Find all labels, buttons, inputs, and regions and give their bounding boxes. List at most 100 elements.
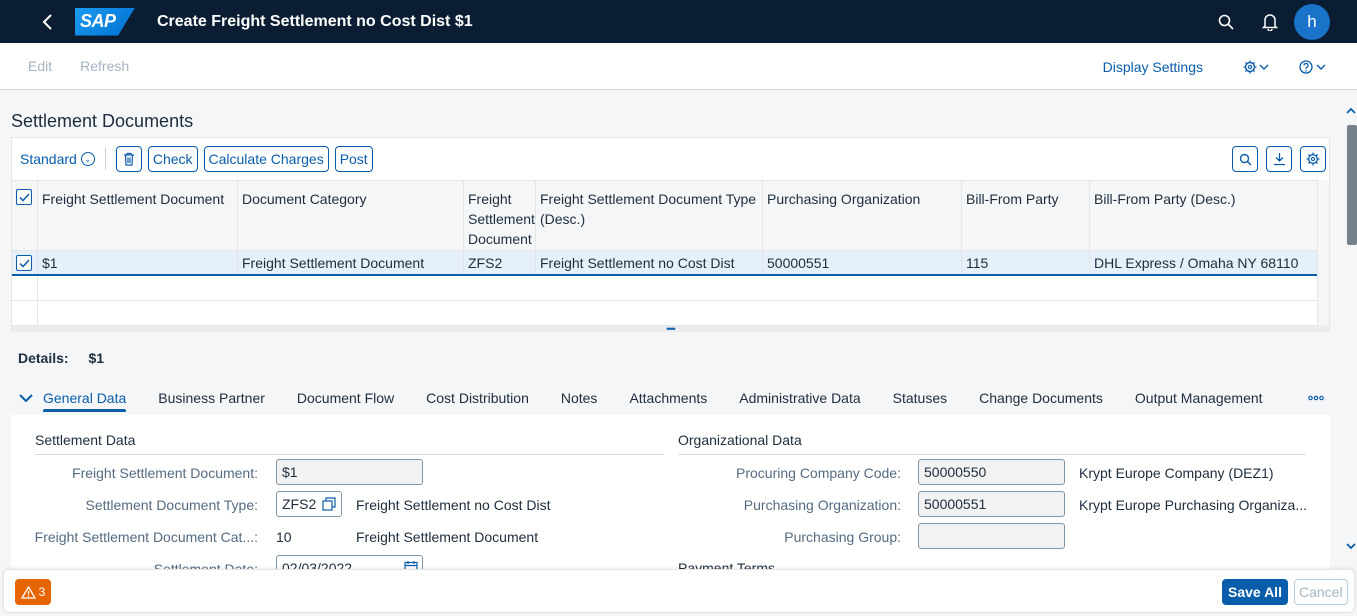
trash-icon: [123, 152, 134, 166]
settlement-document-type-desc: Freight Settlement no Cost Dist: [356, 497, 551, 513]
procuring-company-code-field[interactable]: 50000550: [918, 459, 1065, 485]
tab-administrative-data[interactable]: Administrative Data: [739, 381, 860, 415]
settlement-document-type-value: ZFS2: [282, 496, 317, 512]
search-icon[interactable]: [1204, 0, 1248, 43]
column-header[interactable]: Document Category: [238, 181, 464, 250]
edit-button[interactable]: Edit: [14, 58, 66, 74]
logo-text: SAP: [80, 11, 116, 31]
details-heading: Details: $1: [18, 350, 104, 366]
message-popover-button[interactable]: 3: [15, 579, 51, 605]
sap-logo[interactable]: SAP: [75, 7, 135, 36]
table-toolbar: Standard ⌄ Check Calculate Charges Post: [12, 138, 1329, 180]
purchasing-organization-desc: Krypt Europe Purchasing Organiza...: [1079, 497, 1308, 513]
variant-label: Standard: [20, 151, 77, 167]
tab-output-management[interactable]: Output Management: [1135, 381, 1263, 415]
calculate-charges-button[interactable]: Calculate Charges: [203, 146, 329, 172]
document-category-label: Freight Settlement Document Cat...:: [34, 529, 258, 545]
check-button[interactable]: Check: [147, 146, 198, 172]
purchasing-group-label: Purchasing Group:: [784, 529, 901, 545]
tab-statuses[interactable]: Statuses: [893, 381, 947, 415]
purchasing-group-field[interactable]: [918, 523, 1065, 549]
display-settings-button[interactable]: Display Settings: [1103, 59, 1203, 75]
table-cell: 50000551: [763, 251, 962, 274]
help-icon[interactable]: [1299, 59, 1327, 74]
settlement-document-type-field[interactable]: ZFS2: [276, 491, 342, 517]
column-header[interactable]: Freight Settlement Document: [464, 181, 536, 250]
table-cell: Freight Settlement no Cost Dist: [536, 251, 763, 274]
save-all-button[interactable]: Save All: [1222, 579, 1288, 605]
tab-cost-distribution[interactable]: Cost Distribution: [426, 381, 529, 415]
calendar-icon[interactable]: [404, 560, 418, 569]
search-icon: [1239, 153, 1251, 165]
column-header[interactable]: Freight Settlement Document: [38, 181, 238, 250]
select-all-cell: [12, 181, 38, 250]
purchasing-organization-field[interactable]: 50000551: [918, 491, 1065, 517]
organizational-data-heading: Organizational Data: [678, 432, 802, 448]
tab-general-data[interactable]: General Data: [43, 381, 127, 415]
table-cell: $1: [38, 251, 238, 274]
refresh-button[interactable]: Refresh: [66, 58, 143, 74]
row-select-cell: [12, 251, 38, 274]
page-title: Create Freight Settlement no Cost Dist $…: [157, 12, 473, 30]
divider: [678, 454, 1306, 455]
payment-terms-heading: Payment Terms: [678, 560, 775, 569]
scroll-down-icon[interactable]: [1345, 543, 1357, 550]
select-all-checkbox[interactable]: [16, 189, 32, 205]
settlement-date-field[interactable]: 02/03/2022: [276, 555, 423, 569]
column-header[interactable]: Bill-From Party (Desc.): [1090, 181, 1317, 250]
column-header[interactable]: Purchasing Organization: [763, 181, 962, 250]
table-row[interactable]: $1 Freight Settlement Document ZFS2 Frei…: [12, 251, 1317, 276]
freight-settlement-document-field[interactable]: $1: [276, 459, 423, 485]
section-title: Settlement Documents: [11, 111, 194, 131]
purchasing-organization-label: Purchasing Organization:: [743, 497, 901, 513]
tab-document-flow[interactable]: Document Flow: [297, 381, 394, 415]
post-button[interactable]: Post: [334, 146, 373, 172]
scrollbar-thumb[interactable]: [1347, 125, 1357, 245]
settlement-date-value: 02/03/2022: [282, 560, 353, 569]
tab-notes[interactable]: Notes: [561, 381, 598, 415]
more-icon[interactable]: [1308, 381, 1324, 415]
gear-icon[interactable]: [1243, 60, 1269, 74]
delete-button[interactable]: [115, 146, 142, 172]
warning-count: 3: [38, 585, 46, 599]
shell-bar: SAP Create Freight Settlement no Cost Di…: [0, 0, 1357, 43]
download-button[interactable]: [1266, 146, 1292, 172]
main-content: Settlement Documents Standard ⌄ Check Ca…: [0, 91, 1345, 569]
settlement-document-type-label: Settlement Document Type:: [85, 497, 259, 513]
column-header[interactable]: Freight Settlement Document Type (Desc.): [536, 181, 763, 250]
divider: [35, 454, 664, 455]
settings-icon: [1306, 152, 1320, 166]
tab-business-partner[interactable]: Business Partner: [158, 381, 265, 415]
settlement-date-label: Settlement Date:: [153, 561, 258, 569]
column-header[interactable]: Bill-From Party: [962, 181, 1090, 250]
table-resize-handle[interactable]: ••••: [12, 325, 1329, 334]
document-category-value: 10: [276, 529, 292, 545]
empty-cell: [12, 301, 38, 325]
procuring-company-code-label: Procuring Company Code:: [736, 465, 901, 481]
table-cell: DHL Express / Omaha NY 68110: [1094, 255, 1299, 271]
general-data-form: Settlement Data Freight Settlement Docum…: [11, 415, 1330, 569]
settlement-documents-table: Standard ⌄ Check Calculate Charges Post: [11, 137, 1330, 334]
tab-attachments[interactable]: Attachments: [629, 381, 707, 415]
table-settings-button[interactable]: [1300, 146, 1326, 172]
row-checkbox[interactable]: [16, 255, 32, 271]
scroll-up-icon[interactable]: [1345, 107, 1357, 114]
table-search-button[interactable]: [1232, 146, 1258, 172]
details-value: $1: [88, 350, 105, 366]
bell-icon[interactable]: [1248, 0, 1292, 43]
table-scrollbar[interactable]: [1317, 180, 1329, 326]
collapse-chevron-icon[interactable]: [19, 390, 35, 406]
tab-change-documents[interactable]: Change Documents: [979, 381, 1103, 415]
value-help-icon[interactable]: [322, 497, 336, 511]
empty-row: [12, 301, 1317, 326]
variant-selector[interactable]: Standard ⌄: [20, 151, 95, 167]
back-icon[interactable]: [30, 0, 66, 43]
empty-cell: [12, 276, 38, 300]
cancel-button[interactable]: Cancel: [1294, 579, 1348, 605]
warning-icon: [20, 585, 36, 599]
page-scrollbar[interactable]: [1345, 91, 1357, 569]
separator: [104, 148, 106, 170]
avatar[interactable]: h: [1294, 3, 1330, 40]
chevron-down-icon: ⌄: [80, 152, 95, 166]
page-toolbar: Edit Refresh Display Settings: [0, 43, 1357, 90]
